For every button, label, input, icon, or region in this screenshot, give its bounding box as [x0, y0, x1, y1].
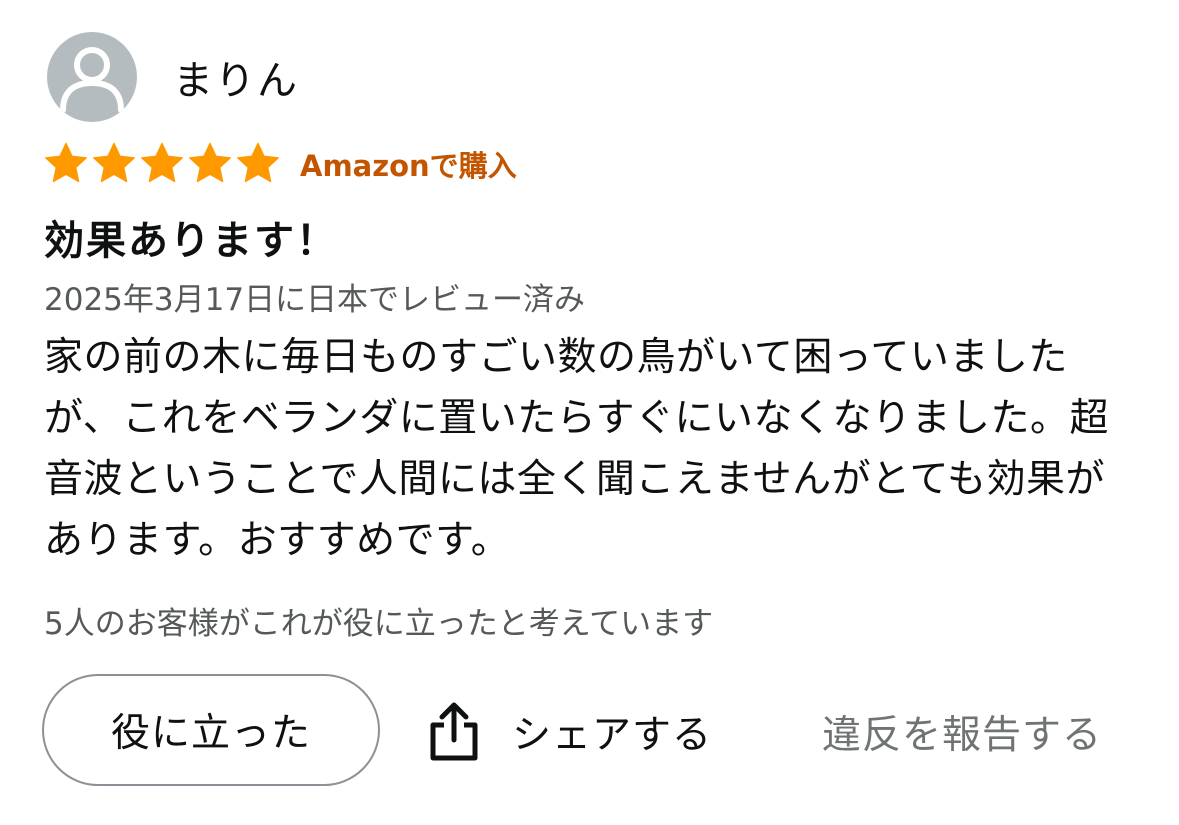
share-upload-icon: [430, 702, 478, 761]
star-icon: [141, 142, 183, 183]
star-icon: [93, 142, 135, 183]
star-icon: [45, 142, 87, 183]
share-label: シェアする: [512, 713, 713, 758]
report-abuse-link[interactable]: 違反を報告する: [822, 704, 1102, 760]
review-body: 家の前の木に毎日ものすごい数の鳥がいて困っていましたが、これをベランダに置いたら…: [44, 335, 1109, 563]
helpful-count-text: 5人のお客様がこれが役に立ったと考えています: [44, 606, 714, 642]
review-date: 2025年3月17日に日本でレビュー済み: [44, 282, 586, 318]
review-actions: 役に立った シェアする 違反を報告する: [42, 674, 1142, 790]
reviewer-header: まりん: [47, 31, 299, 123]
verified-purchase-label: Amazonで購入: [300, 149, 517, 183]
review-title[interactable]: 効果あります！: [44, 208, 338, 266]
rating-row: Amazonで購入: [42, 138, 517, 190]
default-user-avatar-icon: [47, 32, 137, 122]
helpful-button[interactable]: 役に立った: [42, 674, 380, 786]
share-button[interactable]: シェアする: [426, 694, 712, 770]
star-icon: [237, 142, 279, 183]
star-rating[interactable]: [42, 140, 282, 188]
reviewer-name[interactable]: まりん: [173, 48, 299, 106]
star-icon: [189, 142, 231, 183]
